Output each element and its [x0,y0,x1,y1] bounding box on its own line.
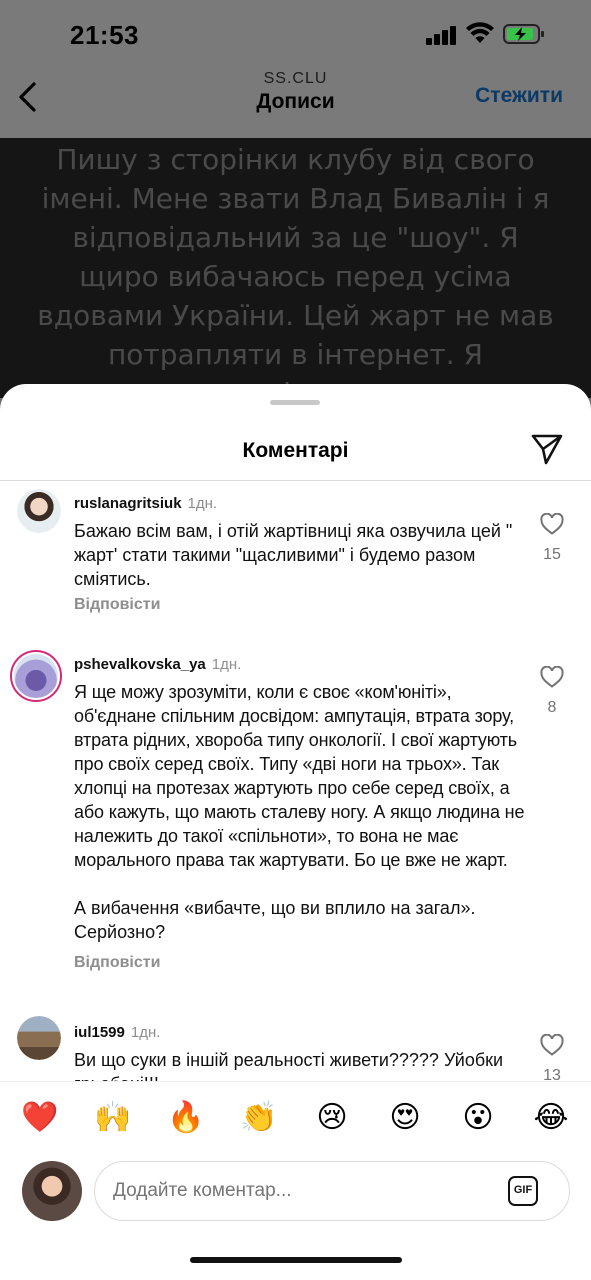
comment-composer: GIF [0,1157,591,1280]
avatar[interactable] [17,489,61,533]
reply-button[interactable]: Відповісти [74,954,160,972]
post-header: SS.CLU Дописи Стежити [0,66,591,138]
reply-button[interactable]: Відповісти [74,596,160,614]
comment-time: 1дн. [211,656,242,673]
quick-emoji-bar: ❤️ 🙌 🔥 👏 😢 😍 😮 😂 [0,1081,591,1157]
comment-item: iul1599 1дн. Ви що суки в іншій реальност… [0,1016,591,1081]
comments-sheet: Коментарі ruslanagritsiuk 1дн. Бажаю всім… [0,384,591,1280]
sheet-drag-handle[interactable] [270,400,320,405]
comment-text-continued: А вибачення «вибачте, що ви вплило на за… [74,898,476,942]
post-image-text: Пишу з сторінки клубу від свого імені. М… [37,143,554,398]
emoji-red-heart[interactable]: ❤️ [20,1100,60,1136]
share-icon[interactable] [530,432,564,466]
comment-username[interactable]: pshevalkovska_ya [74,656,206,673]
follow-button[interactable]: Стежити [475,84,563,108]
emoji-raising-hands[interactable]: 🙌 [93,1100,133,1136]
like-count: 8 [547,699,557,716]
comment-text: Бажаю всім вам, і отій жартівниці яка оз… [74,521,513,589]
cellular-signal-icon [426,25,458,45]
comments-list[interactable]: ruslanagritsiuk 1дн. Бажаю всім вам, і от… [0,481,591,1081]
emoji-clapping-hands[interactable]: 👏 [239,1100,279,1136]
comment-time: 1дн. [130,1024,161,1041]
comment-item: pshevalkovska_ya 1дн. Я ще можу зрозуміти… [0,650,591,990]
sheet-title: Коментарі [242,439,349,462]
avatar[interactable] [17,1016,61,1060]
comment-time: 1дн. [187,495,218,512]
like-heart-icon[interactable] [540,1034,564,1056]
comment-username[interactable]: ruslanagritsiuk [74,495,182,512]
post-image: Пишу з сторінки клубу від свого імені. М… [0,138,591,398]
emoji-heart-eyes[interactable]: 😍 [385,1100,425,1136]
comment-username[interactable]: iul1599 [74,1024,125,1041]
comment-input[interactable] [94,1161,570,1221]
comment-item: ruslanagritsiuk 1дн. Бажаю всім вам, і от… [0,489,591,639]
home-indicator [190,1257,402,1263]
emoji-fire[interactable]: 🔥 [166,1100,206,1136]
status-time: 21:53 [70,20,139,50]
emoji-tears-of-joy[interactable]: 😂 [531,1100,571,1136]
emoji-surprised-face[interactable]: 😮 [458,1100,498,1136]
gif-button[interactable]: GIF [508,1176,538,1206]
battery-charging-icon [503,24,544,44]
comment-text: Ви що суки в іншій реальності живети????… [74,1050,504,1081]
avatar-with-story-ring[interactable] [10,650,62,702]
like-heart-icon[interactable] [540,513,564,535]
current-user-avatar [22,1161,82,1221]
like-count: 13 [543,1067,561,1081]
emoji-crying-face[interactable]: 😢 [312,1100,352,1136]
status-bar: 21:53 [0,0,591,66]
wifi-icon [466,22,494,43]
comment-text: Я ще можу зрозуміти, коли є своє «ком'юн… [74,682,525,870]
like-count: 15 [543,546,561,563]
like-heart-icon[interactable] [540,666,564,688]
